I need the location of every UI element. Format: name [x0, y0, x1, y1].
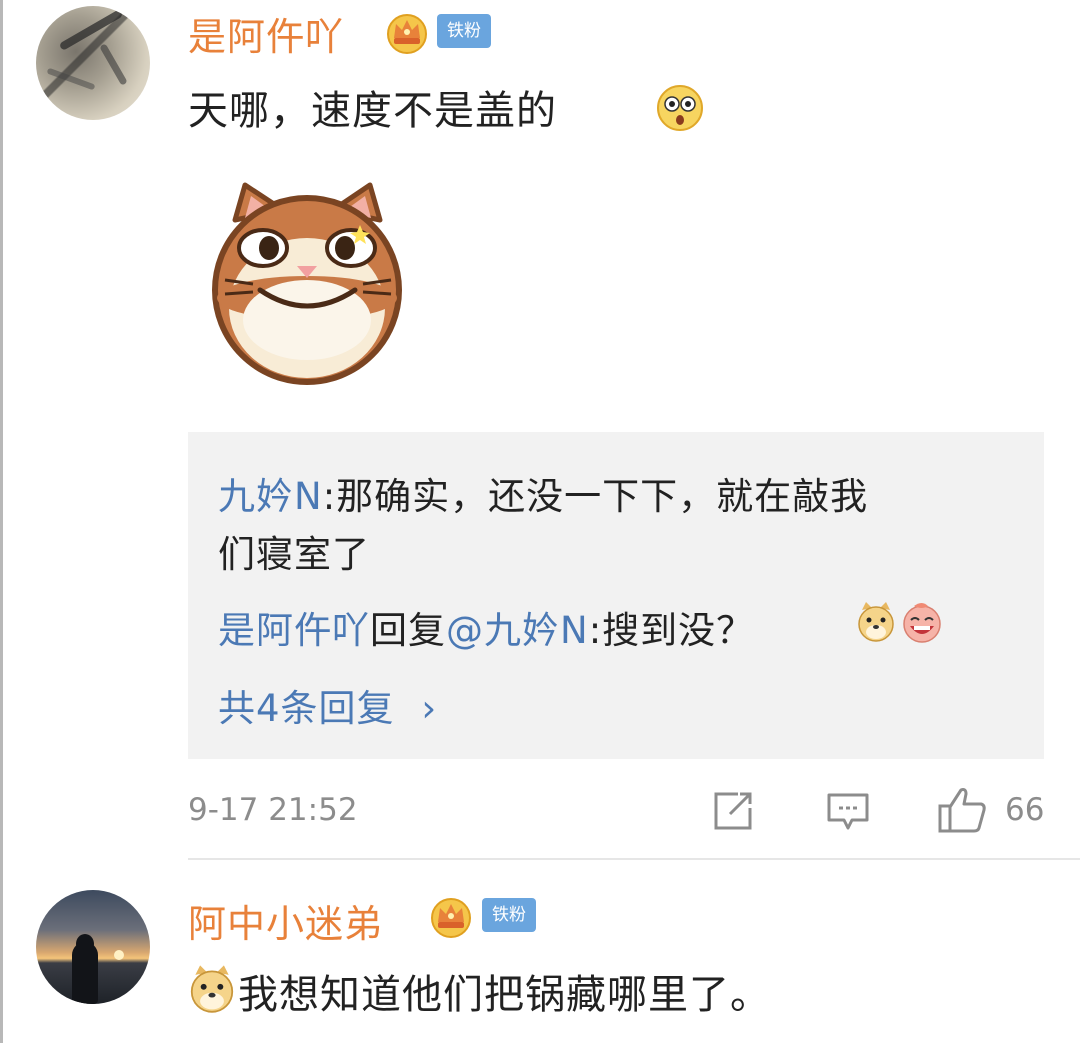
doge-emoji	[858, 602, 894, 642]
comment-text: 我想知道他们把锅藏哪里了。	[238, 972, 771, 1018]
username[interactable]: 阿中小迷弟	[188, 893, 383, 948]
comment-text: 天哪，速度不是盖的	[188, 88, 557, 134]
laugh-emoji	[903, 603, 941, 643]
fan-badge: 铁粉	[482, 898, 536, 932]
fan-badge: 铁粉	[437, 14, 491, 48]
comment-icon[interactable]	[826, 792, 870, 832]
reply-1: 九妗N:那确实，还没一下下，就在敲我	[218, 466, 868, 520]
reply-2: 是阿仵吖回复@九妗N:搜到没？	[218, 600, 754, 654]
timestamp: 9-17 21:52	[188, 792, 358, 828]
more-replies-link[interactable]: 共4条回复 ›	[218, 678, 437, 732]
reply-1-continued: 们寝室了	[218, 533, 370, 576]
forward-icon[interactable]	[712, 790, 756, 832]
divider	[188, 858, 1080, 860]
cat-sticker	[212, 182, 402, 385]
reply-author-link[interactable]: 九妗N	[218, 475, 323, 518]
mention-link[interactable]: @九妗N	[446, 609, 589, 652]
like-count: 66	[1005, 792, 1045, 828]
surprised-emoji	[657, 85, 703, 131]
left-edge-strip	[0, 0, 3, 1043]
reply-text: :那确实，还没一下下，就在敲我	[322, 475, 869, 518]
avatar[interactable]	[36, 6, 150, 120]
username[interactable]: 是阿仵吖	[188, 6, 344, 61]
crown-icon	[431, 898, 471, 938]
reply-author-link[interactable]: 是阿仵吖	[218, 609, 370, 652]
reply-verb: 回复	[370, 609, 446, 652]
doge-emoji	[190, 965, 234, 1013]
more-replies-label: 共4条回复	[218, 687, 395, 730]
reply-text: :搜到没？	[588, 609, 755, 652]
chevron-right-icon: ›	[421, 687, 438, 730]
replies-box[interactable]: 九妗N:那确实，还没一下下，就在敲我 们寝室了 是阿仵吖回复@九妗N:搜到没？ …	[188, 432, 1044, 759]
avatar[interactable]	[36, 890, 150, 1004]
like-icon[interactable]	[937, 786, 987, 834]
crown-icon	[387, 14, 427, 54]
